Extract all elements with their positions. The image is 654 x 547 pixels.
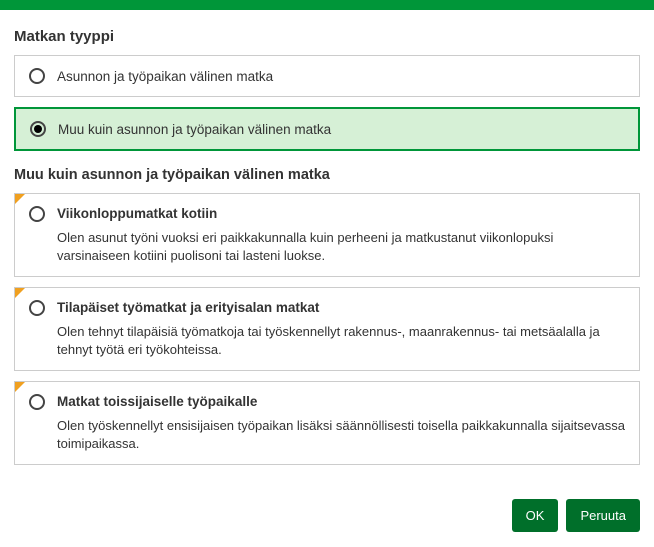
subtype-title: Matkat toissijaiselle työpaikalle [57,394,625,409]
section2-title: Muu kuin asunnon ja työpaikan välinen ma… [14,167,640,183]
subtype-title: Viikonloppumatkat kotiin [57,206,625,221]
radio-icon [29,300,45,316]
button-row: OK Peruuta [0,489,654,546]
subtype-option-temporary[interactable]: Tilapäiset työmatkat ja erityisalan matk… [14,287,640,371]
radio-icon [29,394,45,410]
subtype-option-weekend[interactable]: Viikonloppumatkat kotiin Olen asunut työ… [14,193,640,277]
section1-title: Matkan tyyppi [14,28,640,45]
cancel-button[interactable]: Peruuta [566,499,640,532]
subtype-option-secondary[interactable]: Matkat toissijaiselle työpaikalle Olen t… [14,381,640,465]
trip-type-label: Asunnon ja työpaikan välinen matka [57,69,273,84]
dialog-container: Matkan tyyppi Asunnon ja työpaikan välin… [0,10,654,489]
radio-icon [30,121,46,137]
subtype-title: Tilapäiset työmatkat ja erityisalan matk… [57,300,625,315]
subtype-desc: Olen tehnyt tilapäisiä työmatkoja tai ty… [57,323,625,358]
radio-icon [29,206,45,222]
trip-type-option-home-work[interactable]: Asunnon ja työpaikan välinen matka [14,55,640,97]
trip-type-label: Muu kuin asunnon ja työpaikan välinen ma… [58,122,331,137]
subtype-desc: Olen työskennellyt ensisijaisen työpaika… [57,417,625,452]
trip-type-option-other[interactable]: Muu kuin asunnon ja työpaikan välinen ma… [14,107,640,151]
top-bar [0,0,654,10]
radio-icon [29,68,45,84]
ok-button[interactable]: OK [512,499,559,532]
subtype-desc: Olen asunut työni vuoksi eri paikkakunna… [57,229,625,264]
